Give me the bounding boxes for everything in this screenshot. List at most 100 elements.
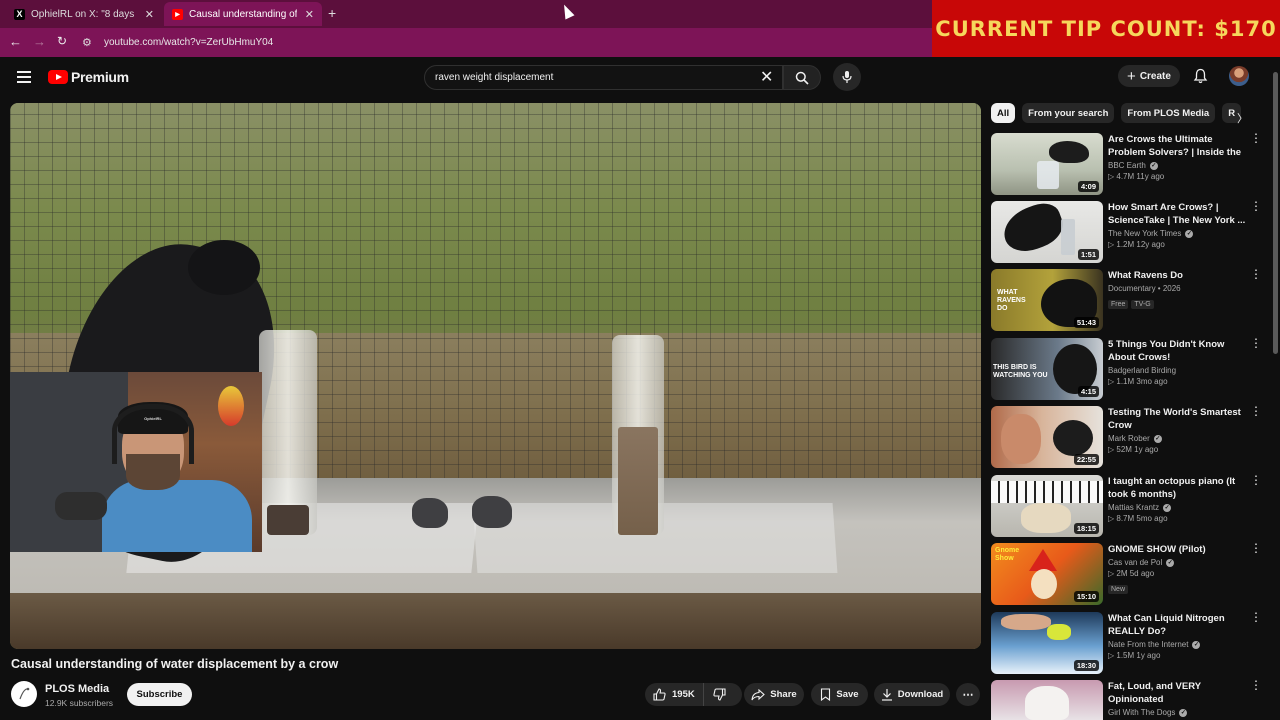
more-options-icon[interactable]: ⋮ <box>1250 405 1262 417</box>
scrollbar-thumb[interactable] <box>1273 72 1278 354</box>
browser-tab-active[interactable]: ▶ Causal understanding of water d ✕ <box>164 2 322 26</box>
video-duration: 22:55 <box>1073 454 1099 465</box>
video-duration: 4:09 <box>1077 181 1099 192</box>
recommendation-title[interactable]: Fat, Loud, and VERY Opinionated <box>1108 680 1246 706</box>
recommendation-title[interactable]: GNOME SHOW (Pilot) <box>1108 543 1246 556</box>
chip-from-your-search[interactable]: From your search <box>1022 103 1115 123</box>
create-button[interactable]: + Create <box>1118 65 1180 87</box>
recommendation-channel[interactable]: Girl With The Dogs <box>1108 708 1175 717</box>
recommendation-channel[interactable]: BBC Earth <box>1108 161 1146 170</box>
forward-arrow-icon[interactable]: → <box>33 34 46 49</box>
recommendation-title[interactable]: I taught an octopus piano (It took 6 mon… <box>1108 475 1246 501</box>
water-tube-right <box>612 335 664 535</box>
recommendation-item[interactable]: 22:55 Testing The World's Smartest Crow … <box>991 405 1262 468</box>
close-tab-icon[interactable]: ✕ <box>145 8 154 21</box>
logo-text: Premium <box>71 69 129 85</box>
save-label: Save <box>836 689 859 700</box>
recommendation-item[interactable]: 4:09 Are Crows the Ultimate Problem Solv… <box>991 132 1262 195</box>
streamer-webcam: OphielRL <box>10 372 262 552</box>
chip-all[interactable]: All <box>991 103 1016 123</box>
site-settings-icon[interactable]: ⚙ <box>82 36 96 49</box>
download-button[interactable]: Download <box>874 683 950 706</box>
recommendation-title[interactable]: What Can Liquid Nitrogen REALLY Do? <box>1108 612 1246 638</box>
thumbs-down-icon <box>713 688 726 701</box>
recommendation-item[interactable]: THIS BIRD IS WATCHING YOU 4:15 5 Things … <box>991 337 1262 400</box>
channel-avatar[interactable] <box>11 681 37 707</box>
more-options-icon[interactable]: ⋮ <box>1250 679 1262 691</box>
video-thumbnail[interactable]: THIS BIRD IS WATCHING YOU 4:15 <box>991 338 1103 400</box>
search-button[interactable] <box>783 65 821 90</box>
voice-search-button[interactable] <box>833 63 861 91</box>
verified-check-icon: ✓ <box>1163 503 1172 512</box>
clear-search-icon[interactable]: ✕ <box>760 67 773 87</box>
youtube-logo-icon <box>48 70 68 84</box>
save-button[interactable]: Save <box>811 683 868 706</box>
recommendation-item[interactable]: Fat, Loud, and VERY Opinionated Girl Wit… <box>991 679 1262 720</box>
more-options-icon[interactable]: ⋮ <box>1250 268 1262 280</box>
recommendation-item[interactable]: 1:51 How Smart Are Crows? | ScienceTake … <box>991 200 1262 263</box>
video-thumbnail[interactable] <box>991 680 1103 720</box>
recommendation-title[interactable]: Are Crows the Ultimate Problem Solvers? … <box>1108 133 1246 159</box>
browser-tab[interactable]: X OphielRL on X: "8 days remaini ✕ <box>6 2 162 26</box>
recommendation-item[interactable]: 18:30 What Can Liquid Nitrogen REALLY Do… <box>991 611 1262 674</box>
verified-check-icon: ✓ <box>1192 640 1201 649</box>
notifications-bell-icon[interactable] <box>1193 68 1208 84</box>
recommendation-stats: ▷ 4.7M 11y ago <box>1108 172 1165 181</box>
more-options-icon[interactable]: ⋮ <box>1250 337 1262 349</box>
search-box[interactable] <box>424 65 783 90</box>
reload-icon[interactable]: ↻ <box>57 34 67 48</box>
youtube-premium-logo[interactable]: Premium <box>48 69 129 85</box>
more-options-icon[interactable]: ⋮ <box>1250 132 1262 144</box>
close-tab-icon[interactable]: ✕ <box>305 8 314 21</box>
more-options-icon[interactable]: ⋮ <box>1250 474 1262 486</box>
share-button[interactable]: Share <box>744 683 804 706</box>
like-button[interactable]: 195K <box>645 683 704 706</box>
water-tube-left <box>259 330 317 535</box>
recommendation-item[interactable]: Gnome Show 15:10 GNOME SHOW (Pilot) Cas … <box>991 542 1262 605</box>
video-title: Causal understanding of water displaceme… <box>11 657 339 671</box>
more-options-icon[interactable]: ⋮ <box>1250 200 1262 212</box>
plos-logo-icon <box>19 687 30 700</box>
recommendation-channel[interactable]: Nate From the Internet <box>1108 640 1188 649</box>
video-thumbnail[interactable]: 1:51 <box>991 201 1103 263</box>
recommendation-item[interactable]: WHAT RAVENS DO 51:43 What Ravens Do Docu… <box>991 268 1262 331</box>
chip-from-plos-media[interactable]: From PLOS Media <box>1121 103 1216 123</box>
video-duration: 15:10 <box>1073 591 1099 602</box>
video-player[interactable]: OphielRL <box>10 103 981 649</box>
recommendation-stats: ▷ 1.1M 3mo ago <box>1108 377 1168 386</box>
search-input[interactable] <box>435 72 755 83</box>
address-bar[interactable]: ⚙ youtube.com/watch?v=ZerUbHmuY04 <box>82 32 922 53</box>
recommendation-channel[interactable]: Documentary • 2026 <box>1108 284 1181 293</box>
new-tab-icon[interactable]: + <box>328 5 336 21</box>
account-avatar[interactable] <box>1229 66 1249 86</box>
bookmark-icon <box>821 688 831 701</box>
dislike-button[interactable] <box>704 688 736 701</box>
video-thumbnail[interactable]: WHAT RAVENS DO 51:43 <box>991 269 1103 331</box>
menu-icon[interactable] <box>17 71 31 83</box>
recommendation-title[interactable]: Testing The World's Smartest Crow <box>1108 406 1246 432</box>
subscribe-button[interactable]: Subscribe <box>127 683 192 706</box>
video-thumbnail[interactable]: 18:15 <box>991 475 1103 537</box>
recommendation-channel[interactable]: Cas van de Pol <box>1108 558 1162 567</box>
recommendation-channel[interactable]: Mattias Krantz <box>1108 503 1159 512</box>
video-thumbnail[interactable]: 4:09 <box>991 133 1103 195</box>
recommendation-title[interactable]: 5 Things You Didn't Know About Crows! <box>1108 338 1246 364</box>
recommendation-channel[interactable]: Badgerland Birding <box>1108 366 1176 375</box>
recommendation-title[interactable]: How Smart Are Crows? | ScienceTake | The… <box>1108 201 1246 227</box>
back-arrow-icon[interactable]: ← <box>9 34 22 49</box>
more-actions-icon[interactable]: ⋯ <box>956 683 980 706</box>
chevron-right-icon[interactable]: 〉 <box>1237 110 1248 126</box>
video-thumbnail[interactable]: 22:55 <box>991 406 1103 468</box>
video-thumbnail[interactable]: 18:30 <box>991 612 1103 674</box>
channel-name[interactable]: PLOS Media <box>45 683 109 695</box>
verified-check-icon: ✓ <box>1185 229 1194 238</box>
recommendation-item[interactable]: 18:15 I taught an octopus piano (It took… <box>991 474 1262 537</box>
screen: X OphielRL on X: "8 days remaini ✕ ▶ Cau… <box>0 0 1280 720</box>
more-options-icon[interactable]: ⋮ <box>1250 542 1262 554</box>
more-options-icon[interactable]: ⋮ <box>1250 611 1262 623</box>
video-thumbnail[interactable]: Gnome Show 15:10 <box>991 543 1103 605</box>
video-duration: 4:15 <box>1077 386 1099 397</box>
recommendation-channel[interactable]: Mark Rober <box>1108 434 1150 443</box>
recommendation-channel[interactable]: The New York Times <box>1108 229 1181 238</box>
recommendation-title[interactable]: What Ravens Do <box>1108 269 1246 282</box>
